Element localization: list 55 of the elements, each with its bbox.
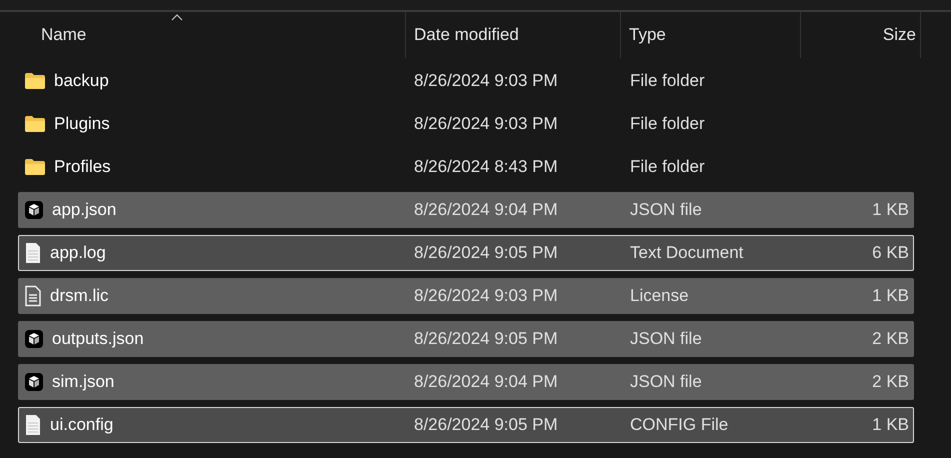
selected-file-row[interactable]: app.log 8/26/2024 9:05 PM Text Document 6 KB: [18, 235, 914, 271]
file-type: License: [630, 286, 689, 306]
document-icon: [24, 414, 42, 436]
file-name: outputs.json: [52, 329, 144, 349]
folder-icon: [24, 115, 46, 133]
file-size: 6 KB: [872, 243, 909, 263]
file-type: File folder: [630, 71, 705, 91]
folder-icon: [24, 72, 46, 90]
date-modified: 8/26/2024 9:04 PM: [414, 200, 558, 220]
folder-icon: [24, 158, 46, 176]
column-header[interactable]: Type: [629, 25, 666, 45]
file-size: 1 KB: [872, 286, 909, 306]
file-row[interactable]: Plugins 8/26/2024 9:03 PM File folder: [18, 106, 914, 142]
file-type: JSON file: [630, 200, 702, 220]
selected-file-row[interactable]: outputs.json 8/26/2024 9:05 PM JSON file 2 KB: [18, 321, 914, 357]
file-name: sim.json: [52, 372, 114, 392]
file-name: Plugins: [54, 114, 110, 134]
date-modified: 8/26/2024 9:03 PM: [414, 71, 558, 91]
selected-file-row[interactable]: app.json 8/26/2024 9:04 PM JSON file 1 KB: [18, 192, 914, 228]
file-type: CONFIG File: [630, 415, 728, 435]
file-type: JSON file: [630, 329, 702, 349]
file-size: 2 KB: [872, 372, 909, 392]
file-name: drsm.lic: [50, 286, 109, 306]
file-type: Text Document: [630, 243, 744, 263]
file-size: 1 KB: [872, 200, 909, 220]
file-name: app.log: [50, 243, 106, 263]
file-type: File folder: [630, 114, 705, 134]
date-modified: 8/26/2024 9:05 PM: [414, 415, 558, 435]
date-modified: 8/26/2024 8:43 PM: [414, 157, 558, 177]
document-icon: [24, 242, 42, 264]
date-modified: 8/26/2024 9:05 PM: [414, 329, 558, 349]
file-type: File folder: [630, 157, 705, 177]
date-modified: 8/26/2024 9:05 PM: [414, 243, 558, 263]
column-header[interactable]: Size: [882, 25, 916, 45]
selected-file-row[interactable]: drsm.lic 8/26/2024 9:03 PM License 1 KB: [18, 278, 914, 314]
column-header[interactable]: Date modified: [414, 25, 519, 45]
cube-app-icon: [24, 372, 44, 392]
selected-file-row[interactable]: sim.json 8/26/2024 9:04 PM JSON file 2 KB: [18, 364, 914, 400]
file-type: JSON file: [630, 372, 702, 392]
file-name: Profiles: [54, 157, 111, 177]
column-header[interactable]: Name: [41, 25, 86, 45]
cube-app-icon: [24, 329, 44, 349]
selected-file-row[interactable]: ui.config 8/26/2024 9:05 PM CONFIG File 1 KB: [18, 407, 914, 443]
file-name: backup: [54, 71, 109, 91]
file-size: 1 KB: [872, 415, 909, 435]
cube-app-icon: [24, 200, 44, 220]
document-lines-icon: [24, 285, 42, 307]
file-row[interactable]: Profiles 8/26/2024 8:43 PM File folder: [18, 149, 914, 185]
file-size: 2 KB: [872, 329, 909, 349]
file-name: ui.config: [50, 415, 114, 435]
date-modified: 8/26/2024 9:03 PM: [414, 114, 558, 134]
date-modified: 8/26/2024 9:04 PM: [414, 372, 558, 392]
file-row[interactable]: backup 8/26/2024 9:03 PM File folder: [18, 63, 914, 99]
date-modified: 8/26/2024 9:03 PM: [414, 286, 558, 306]
file-name: app.json: [52, 200, 116, 220]
